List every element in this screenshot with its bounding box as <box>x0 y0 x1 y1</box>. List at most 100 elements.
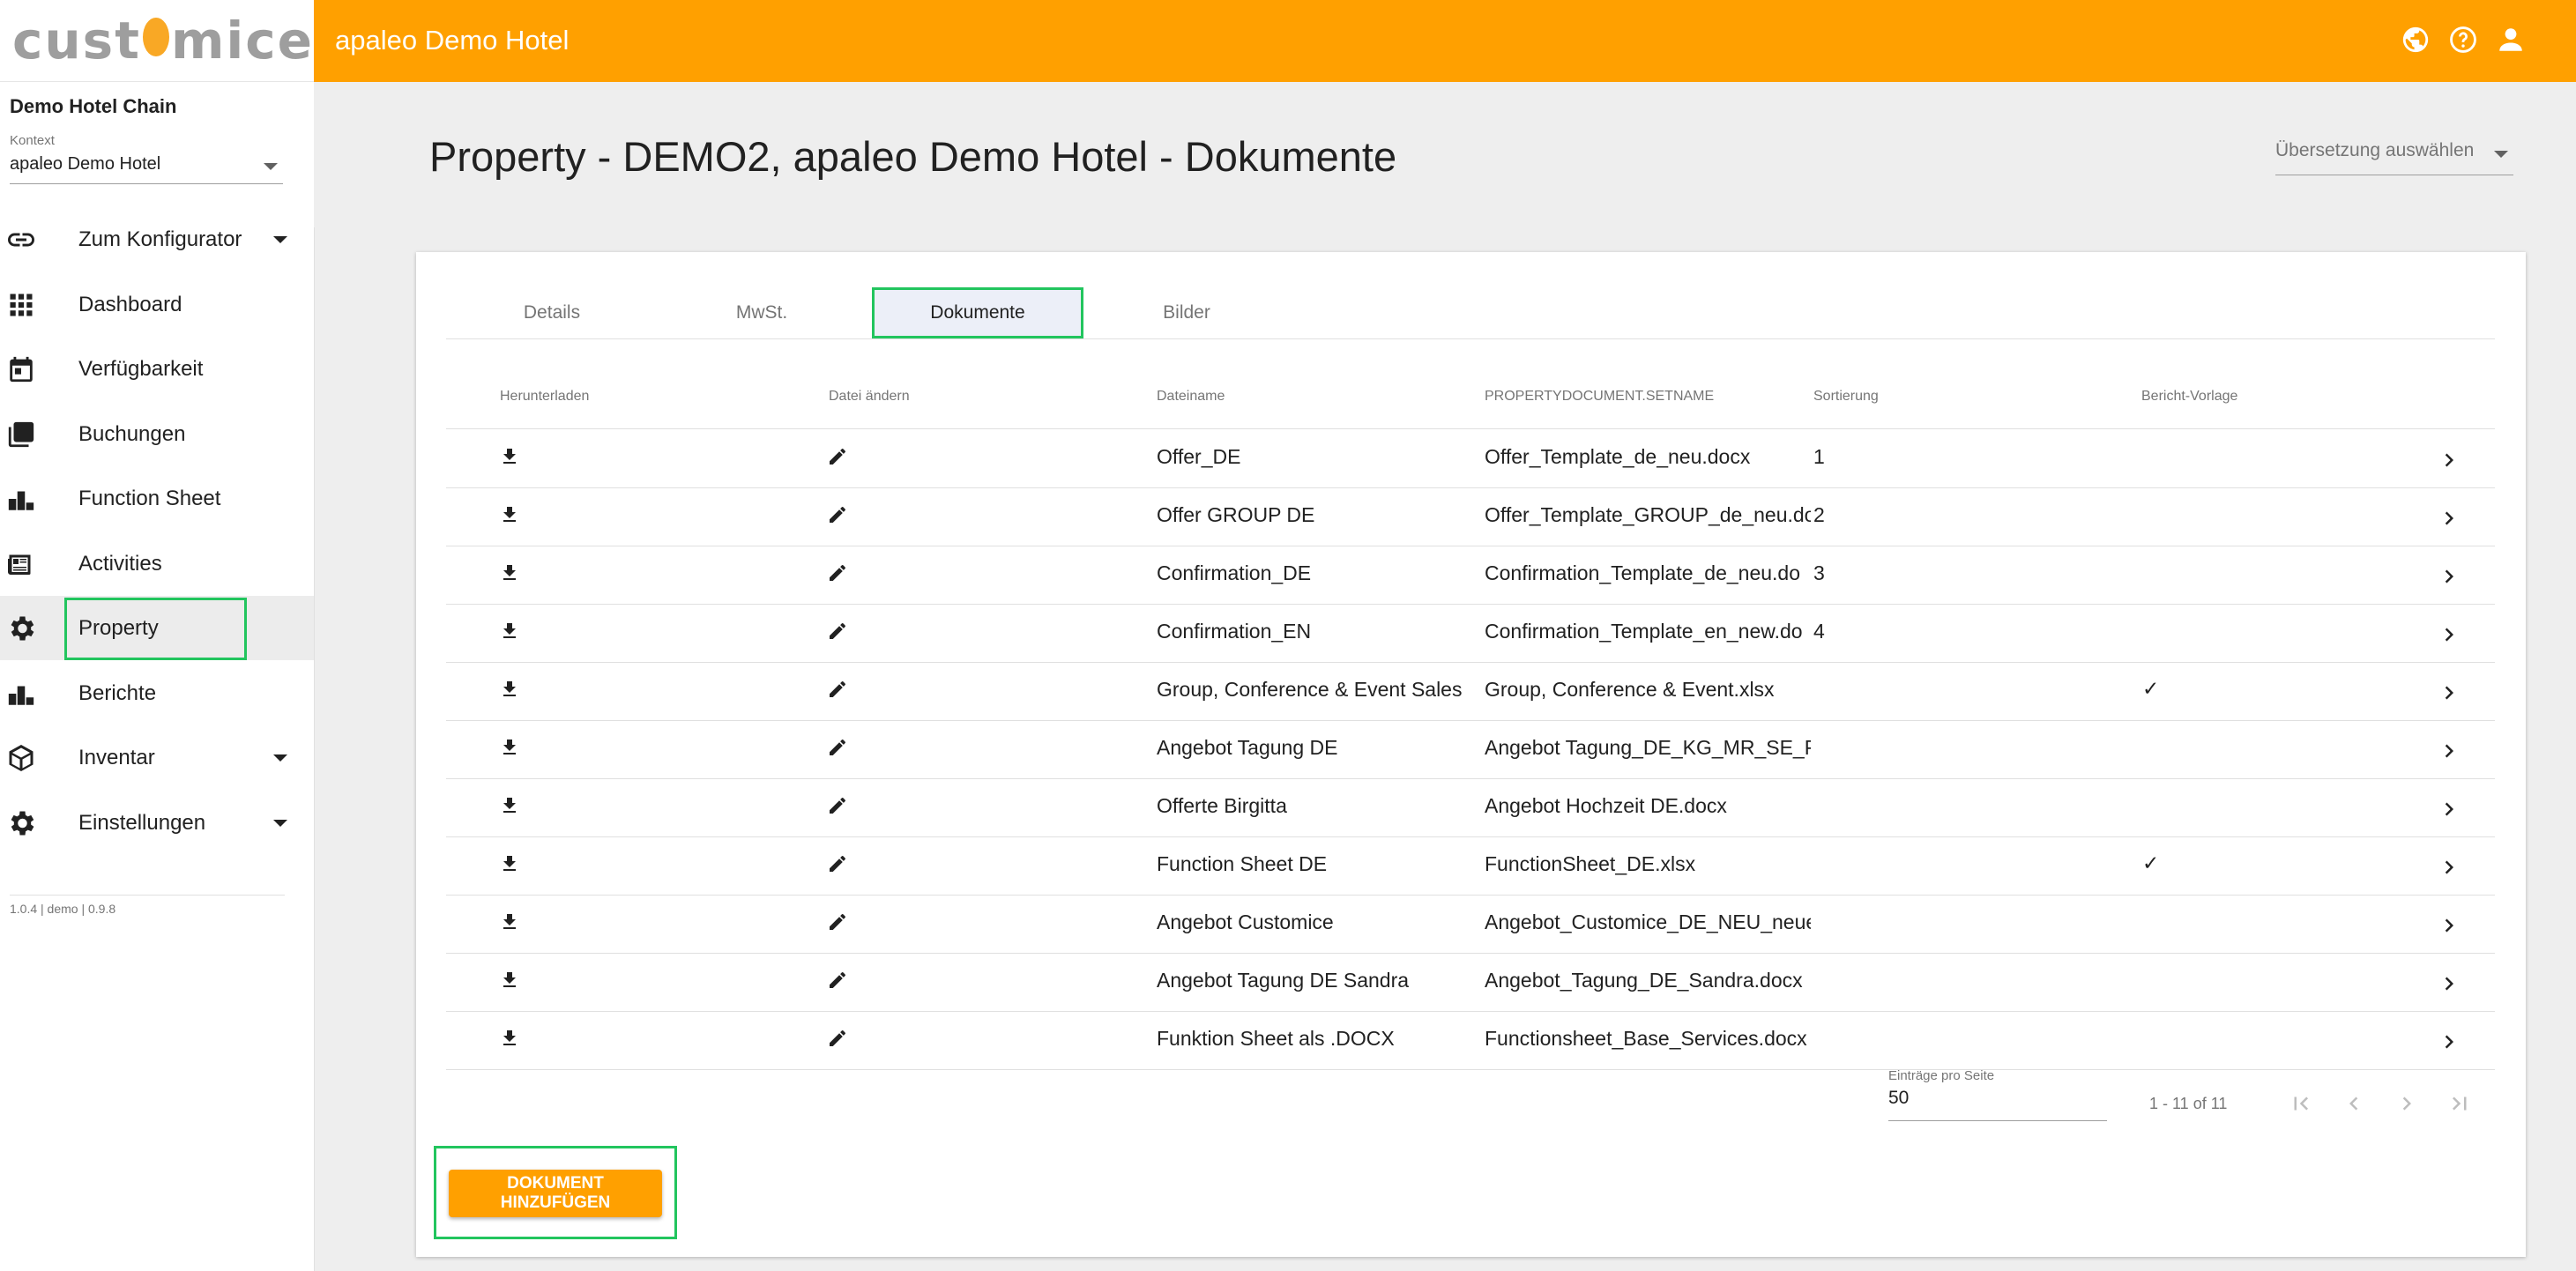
document-setname: FunctionSheet_DE.xlsx <box>1485 852 1696 875</box>
sidebar-item-label: Activities <box>78 551 162 576</box>
edit-pencil-icon[interactable] <box>823 442 852 471</box>
edit-pencil-icon[interactable] <box>823 501 852 529</box>
edit-pencil-icon[interactable] <box>823 559 852 587</box>
table-divider <box>446 662 2495 663</box>
chevron-right-icon[interactable] <box>2435 737 2463 765</box>
sidebar-item-activities[interactable]: Activities <box>0 531 314 596</box>
document-name: Function Sheet DE <box>1157 852 1328 875</box>
edit-pencil-icon[interactable] <box>823 617 852 645</box>
document-name: Confirmation_EN <box>1157 620 1312 643</box>
gear-icon <box>4 806 39 841</box>
sidebar-item-inventory[interactable]: Inventar <box>0 725 314 790</box>
tab-documents[interactable]: Dokumente <box>872 287 1083 338</box>
download-icon[interactable] <box>495 442 524 471</box>
table-divider <box>446 720 2495 721</box>
document-name: Angebot Customice <box>1157 911 1334 933</box>
last-page-icon[interactable] <box>2442 1086 2477 1121</box>
next-page-icon[interactable] <box>2389 1086 2424 1121</box>
sidebar-item-configurator[interactable]: Zum Konfigurator <box>0 207 314 271</box>
download-icon[interactable] <box>495 675 524 703</box>
table-divider <box>446 953 2495 954</box>
document-setname: Functionsheet_Base_Services.docx <box>1485 1027 1807 1050</box>
chevron-right-icon[interactable] <box>2435 911 2463 940</box>
tab-images[interactable]: Bilder <box>1081 287 1292 338</box>
download-icon[interactable] <box>495 501 524 529</box>
logo-fingerprint-icon <box>142 18 169 56</box>
logo[interactable]: cust mice <box>0 0 314 82</box>
context-label: Kontext <box>10 133 55 148</box>
sidebar-item-label: Zum Konfigurator <box>78 227 242 251</box>
chevron-right-icon[interactable] <box>2435 562 2463 591</box>
document-setname: Confirmation_Template_en_new.do <box>1485 620 1803 643</box>
download-icon[interactable] <box>495 1024 524 1052</box>
rows-per-page-select[interactable]: 50 <box>1888 1088 2107 1121</box>
document-name: Funktion Sheet als .DOCX <box>1157 1027 1395 1050</box>
chevron-right-icon[interactable] <box>2435 795 2463 823</box>
sidebar-item-label: Buchungen <box>78 421 186 446</box>
previous-page-icon[interactable] <box>2336 1086 2371 1121</box>
version-info: 1.0.4 | demo | 0.9.8 <box>10 902 116 916</box>
column-header-download: Herunterladen <box>500 389 590 404</box>
first-page-icon[interactable] <box>2283 1086 2319 1121</box>
download-icon[interactable] <box>495 617 524 645</box>
download-icon[interactable] <box>495 908 524 936</box>
edit-pencil-icon[interactable] <box>823 966 852 994</box>
topbar-actions <box>2398 22 2528 57</box>
add-document-button[interactable]: DOKUMENT HINZUFÜGEN <box>449 1170 662 1217</box>
app-title: apaleo Demo Hotel <box>335 25 570 56</box>
chevron-right-icon[interactable] <box>2435 621 2463 649</box>
translation-select[interactable]: Übersetzung auswählen <box>2275 140 2513 175</box>
edit-pencil-icon[interactable] <box>823 850 852 878</box>
gear-icon <box>4 611 39 646</box>
user-account-icon[interactable] <box>2493 22 2528 57</box>
tab-details[interactable]: Details <box>446 287 658 338</box>
report-template-check-icon: ✓ <box>2142 677 2160 700</box>
layers-icon <box>4 417 39 452</box>
help-icon[interactable] <box>2446 22 2481 57</box>
sidebar-item-availability[interactable]: Verfügbarkeit <box>0 337 314 401</box>
download-icon[interactable] <box>495 966 524 994</box>
document-name: Offer_DE <box>1157 445 1241 468</box>
table-divider <box>446 428 2495 429</box>
chevron-right-icon[interactable] <box>2435 504 2463 532</box>
sidebar-item-bookings[interactable]: Buchungen <box>0 402 314 466</box>
document-setname: Angebot_Tagung_DE_Sandra.docx <box>1485 969 1803 992</box>
document-setname: Confirmation_Template_de_neu.do <box>1485 561 1801 584</box>
download-icon[interactable] <box>495 850 524 878</box>
edit-pencil-icon[interactable] <box>823 792 852 820</box>
chevron-right-icon[interactable] <box>2435 446 2463 474</box>
column-header-edit: Datei ändern <box>829 389 910 404</box>
download-icon[interactable] <box>495 792 524 820</box>
document-sort: 1 <box>1813 445 1825 468</box>
pagination-range: 1 - 11 of 11 <box>2149 1095 2228 1112</box>
sidebar-item-settings[interactable]: Einstellungen <box>0 791 314 855</box>
sidebar-divider <box>10 895 285 896</box>
chevron-right-icon[interactable] <box>2435 1028 2463 1056</box>
table-divider <box>446 1011 2495 1012</box>
edit-pencil-icon[interactable] <box>823 908 852 936</box>
tab-vat[interactable]: MwSt. <box>656 287 867 338</box>
sidebar-item-reports[interactable]: Berichte <box>0 661 314 725</box>
download-icon[interactable] <box>495 559 524 587</box>
edit-pencil-icon[interactable] <box>823 733 852 762</box>
table-divider <box>446 895 2495 896</box>
edit-pencil-icon[interactable] <box>823 1024 852 1052</box>
chevron-right-icon[interactable] <box>2435 679 2463 707</box>
globe-icon[interactable] <box>2398 22 2433 57</box>
sidebar-item-label: Einstellungen <box>78 810 206 835</box>
download-icon[interactable] <box>495 733 524 762</box>
context-select[interactable]: apaleo Demo Hotel <box>10 154 283 184</box>
sidebar-item-dashboard[interactable]: Dashboard <box>0 272 314 337</box>
edit-pencil-icon[interactable] <box>823 675 852 703</box>
newspaper-icon <box>4 546 39 582</box>
document-name: Angebot Tagung DE Sandra <box>1157 969 1410 992</box>
chevron-down-icon <box>273 819 287 827</box>
chevron-right-icon[interactable] <box>2435 970 2463 998</box>
chevron-down-icon <box>273 235 287 243</box>
column-header-setname: PROPERTYDOCUMENT.SETNAME <box>1485 389 1715 404</box>
table-divider <box>446 778 2495 779</box>
document-setname: Offer_Template_GROUP_de_neu.do <box>1485 503 1811 526</box>
column-header-report-template: Bericht-Vorlage <box>2141 389 2238 404</box>
sidebar-item-function-sheet[interactable]: Function Sheet <box>0 466 314 531</box>
chevron-right-icon[interactable] <box>2435 853 2463 881</box>
